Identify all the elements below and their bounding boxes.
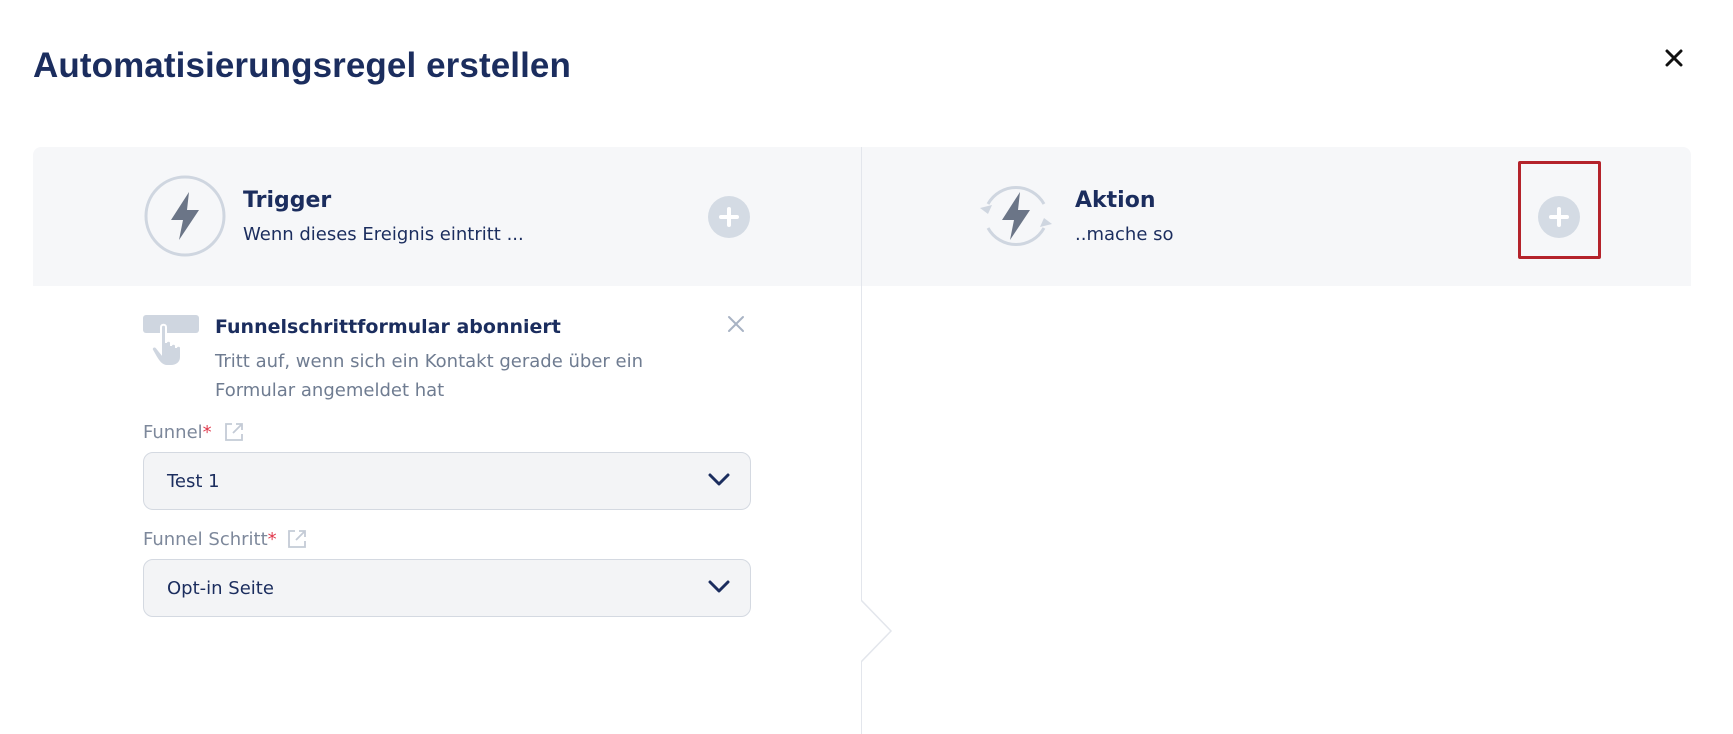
flow-arrow-notch	[861, 600, 893, 662]
action-title: Aktion	[1075, 188, 1156, 213]
required-mark: *	[202, 422, 212, 443]
close-icon	[1665, 49, 1683, 67]
steps-header	[33, 147, 1691, 286]
page-title: Automatisierungsregel erstellen	[33, 46, 571, 85]
funnel-step-label: Funnel Schritt*	[143, 529, 277, 550]
funnel-step-select[interactable]: Opt-in Seite	[143, 559, 751, 617]
funnel-step-select-value: Opt-in Seite	[167, 577, 274, 599]
lightning-refresh-icon	[980, 186, 1052, 246]
funnel-label: Funnel*	[143, 422, 212, 443]
trigger-subtitle: Wenn dieses Ereignis eintritt ...	[243, 224, 524, 245]
selected-trigger-title: Funnelschrittformular abonniert	[215, 316, 561, 338]
lightning-icon	[144, 175, 226, 257]
required-mark: *	[267, 529, 277, 550]
external-link-icon[interactable]	[286, 528, 308, 550]
selected-trigger-description: Tritt auf, wenn sich ein Kontakt gerade …	[215, 351, 644, 401]
close-modal-button[interactable]	[1660, 44, 1688, 72]
hand-pointer-icon	[143, 315, 199, 367]
add-action-highlight	[1518, 161, 1601, 259]
close-icon[interactable]	[724, 312, 748, 336]
funnel-select[interactable]: Test 1	[143, 452, 751, 510]
action-subtitle: ..mache so	[1075, 224, 1174, 245]
plus-icon	[719, 207, 739, 227]
external-link-icon[interactable]	[223, 421, 245, 443]
funnel-select-value: Test 1	[167, 470, 220, 492]
trigger-title: Trigger	[243, 188, 332, 213]
chevron-down-icon	[708, 580, 730, 593]
add-trigger-button[interactable]	[708, 196, 750, 238]
chevron-down-icon	[708, 473, 730, 486]
